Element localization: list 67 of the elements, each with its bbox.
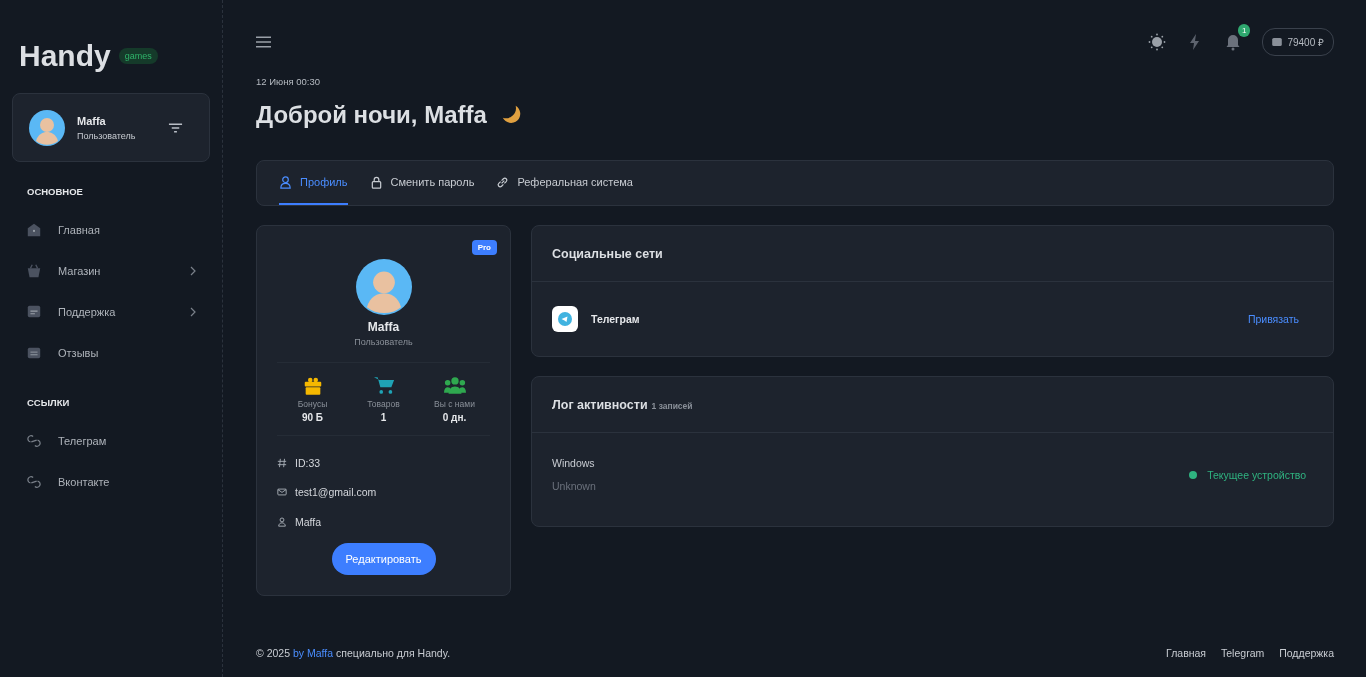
user-name: Maffa	[77, 114, 107, 127]
connect-link[interactable]: Привязать	[1247, 313, 1299, 325]
tab[interactable]: Профиль	[279, 161, 348, 205]
nav-item[interactable]: Поддержка	[12, 291, 210, 332]
footer-link[interactable]: Telegram	[1221, 647, 1265, 659]
logo[interactable]: Handy	[19, 39, 111, 73]
stat-label: Товаров	[367, 399, 400, 409]
entry-count: 1 записей	[651, 401, 693, 411]
footer-link[interactable]: Поддержка	[1279, 647, 1334, 659]
tab[interactable]: Сменить пароль	[369, 161, 475, 205]
avatar	[355, 259, 412, 315]
edit-button[interactable]: Редактировать	[331, 542, 436, 575]
user-icon	[277, 516, 287, 527]
link-icon	[26, 432, 42, 449]
status-text: Текущее устройство	[1207, 468, 1306, 481]
link-icon	[26, 473, 42, 490]
telegram-icon	[552, 306, 578, 332]
wallet-icon	[1272, 38, 1283, 46]
os-text: Windows	[552, 457, 596, 469]
link-icon	[496, 175, 510, 189]
card-title: Лог активности	[552, 398, 648, 412]
user-icon	[279, 175, 292, 189]
nav-item[interactable]: Вконтакте	[12, 461, 210, 502]
chevron-right-icon	[190, 265, 196, 276]
basket-icon	[26, 262, 42, 279]
nav-item[interactable]: Магазин	[12, 250, 210, 291]
filter-icon[interactable]	[168, 121, 183, 134]
section-title: ССЫЛКИ	[26, 396, 71, 410]
stat-label: Вы с нами	[434, 399, 475, 409]
nav-item[interactable]: Главная	[12, 209, 210, 250]
lock-icon	[369, 175, 383, 189]
profile-name: Maffa	[367, 320, 400, 334]
user-role: Пользователь	[77, 130, 137, 141]
stat-label: Бонусы	[297, 399, 328, 409]
card-title: Социальные сети	[552, 247, 663, 261]
detail-text: Maffa	[295, 515, 322, 528]
copyright-text: © 2025	[256, 647, 290, 659]
pro-badge: Pro	[471, 240, 497, 255]
nav-item[interactable]: Отзывы	[12, 332, 210, 373]
tab[interactable]: Реферальная система	[496, 161, 633, 205]
logo-tag: games	[118, 48, 158, 64]
detail-text: test1@gmail.com	[295, 486, 377, 499]
chevron-right-icon	[190, 306, 196, 317]
moon-icon	[500, 104, 523, 126]
balance-button[interactable]: 79400 ₽	[1262, 28, 1334, 56]
browser-text: Unknown	[552, 480, 597, 492]
stat-value: 90 Б	[301, 412, 324, 423]
home-icon	[26, 221, 42, 238]
footer-text: специально для Handy.	[336, 647, 451, 659]
support-icon	[26, 303, 42, 320]
profile-role: Пользователь	[354, 337, 413, 347]
date-text: 12 Июня 00:30	[256, 76, 321, 87]
avatar	[29, 109, 65, 146]
social-name: Телеграм	[591, 313, 641, 325]
stat-value: 0 дн.	[442, 412, 467, 423]
nav-item[interactable]: Телеграм	[12, 420, 210, 461]
notification-badge: 1	[1237, 24, 1251, 37]
greeting-heading: Доброй ночи, Maffa	[256, 101, 487, 129]
stat-value: 1	[380, 412, 387, 423]
footer-link[interactable]: Главная	[1166, 647, 1207, 659]
sun-icon[interactable]	[1148, 33, 1167, 51]
author-link[interactable]: by Maffa	[293, 647, 334, 659]
menu-icon[interactable]	[256, 36, 271, 48]
detail-text: ID:33	[295, 456, 321, 469]
hash-icon	[277, 457, 287, 468]
mail-icon	[277, 487, 287, 498]
section-title: ОСНОВНОЕ	[26, 185, 84, 199]
